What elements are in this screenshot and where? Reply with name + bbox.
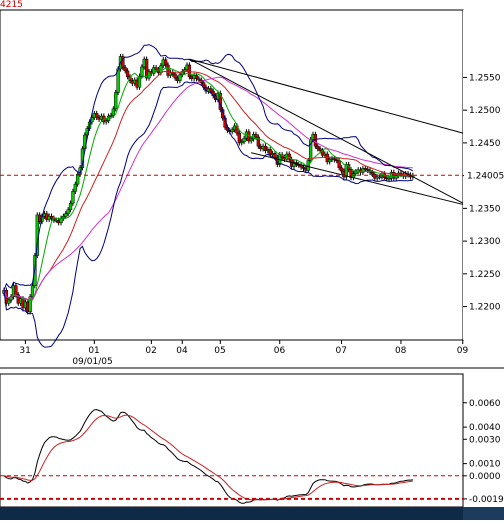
candle-body (339, 167, 344, 172)
candle-body (163, 59, 168, 66)
price-axis-label: 1.2200 (469, 303, 501, 313)
chart-root: 4215 1.25501.25001.24501.24001.23501.230… (0, 0, 504, 520)
time-axis-label: 07 (336, 346, 347, 356)
indicator-axis-label: 0.0060 (469, 399, 501, 409)
time-axis-label: 09/01/05 (72, 357, 112, 367)
candle-body (49, 215, 54, 219)
candle-body (273, 153, 277, 158)
price-axis-label: 1.2500 (469, 106, 501, 116)
candle-body (125, 70, 130, 78)
time-axis-label: 01 (88, 346, 99, 356)
candle-body (64, 213, 68, 217)
candle-body (61, 215, 66, 219)
candle-body (66, 209, 70, 214)
candle-body (316, 145, 320, 150)
time-axis-label: 08 (395, 346, 407, 356)
candle-body (154, 67, 158, 70)
candle-body (318, 148, 322, 152)
price-axis-label: 1.2550 (469, 73, 501, 83)
indicator-axis-label: -0.0019 (469, 495, 504, 505)
time-axis-label: 02 (145, 346, 156, 356)
indicator-axis-label: 0.0000 (469, 472, 501, 482)
indicator-axis-label: 0.0040 (469, 423, 501, 433)
candle-body (68, 202, 73, 210)
price-axis-label: 1.2250 (469, 270, 501, 280)
candle-body (30, 285, 35, 298)
bottom-strip-box (463, 507, 504, 520)
time-axis-label: 31 (19, 346, 30, 356)
candle-body (71, 191, 75, 204)
time-axis-label: 09 (457, 346, 469, 356)
indicator-axis-label: 0.0030 (469, 435, 501, 445)
current-price-label: 1.24005 (467, 171, 504, 181)
candle-body (230, 129, 234, 133)
candle-body (14, 285, 18, 296)
time-axis-label: 04 (176, 346, 188, 356)
candle-body (242, 138, 246, 142)
candle-body (123, 67, 127, 72)
candle-body (178, 74, 182, 81)
candle-body (73, 183, 77, 192)
price-axis-label: 1.2450 (469, 139, 501, 149)
indicator-axis-label: 0.0010 (469, 460, 501, 470)
candle-body (7, 299, 11, 304)
bottom-dark-strip (0, 507, 504, 520)
candle-body (337, 160, 341, 169)
candle-body (114, 92, 118, 110)
time-axis-label: 05 (214, 346, 225, 356)
candle-body (249, 138, 253, 142)
price-axis-label: 1.2300 (469, 237, 501, 247)
price-axis-label: 1.2350 (469, 204, 501, 214)
candle-body (95, 113, 99, 118)
candle-body (173, 73, 177, 79)
candle-body (111, 108, 115, 116)
chart-svg: 4215 1.25501.25001.24501.24001.23501.230… (0, 0, 504, 520)
candle-body (140, 66, 144, 77)
time-axis-label: 06 (274, 346, 286, 356)
candle-body (209, 88, 213, 92)
candle-body (370, 172, 375, 175)
candle-body (194, 75, 199, 79)
price-tag: 4215 (0, 0, 23, 10)
candle-body (254, 134, 258, 138)
